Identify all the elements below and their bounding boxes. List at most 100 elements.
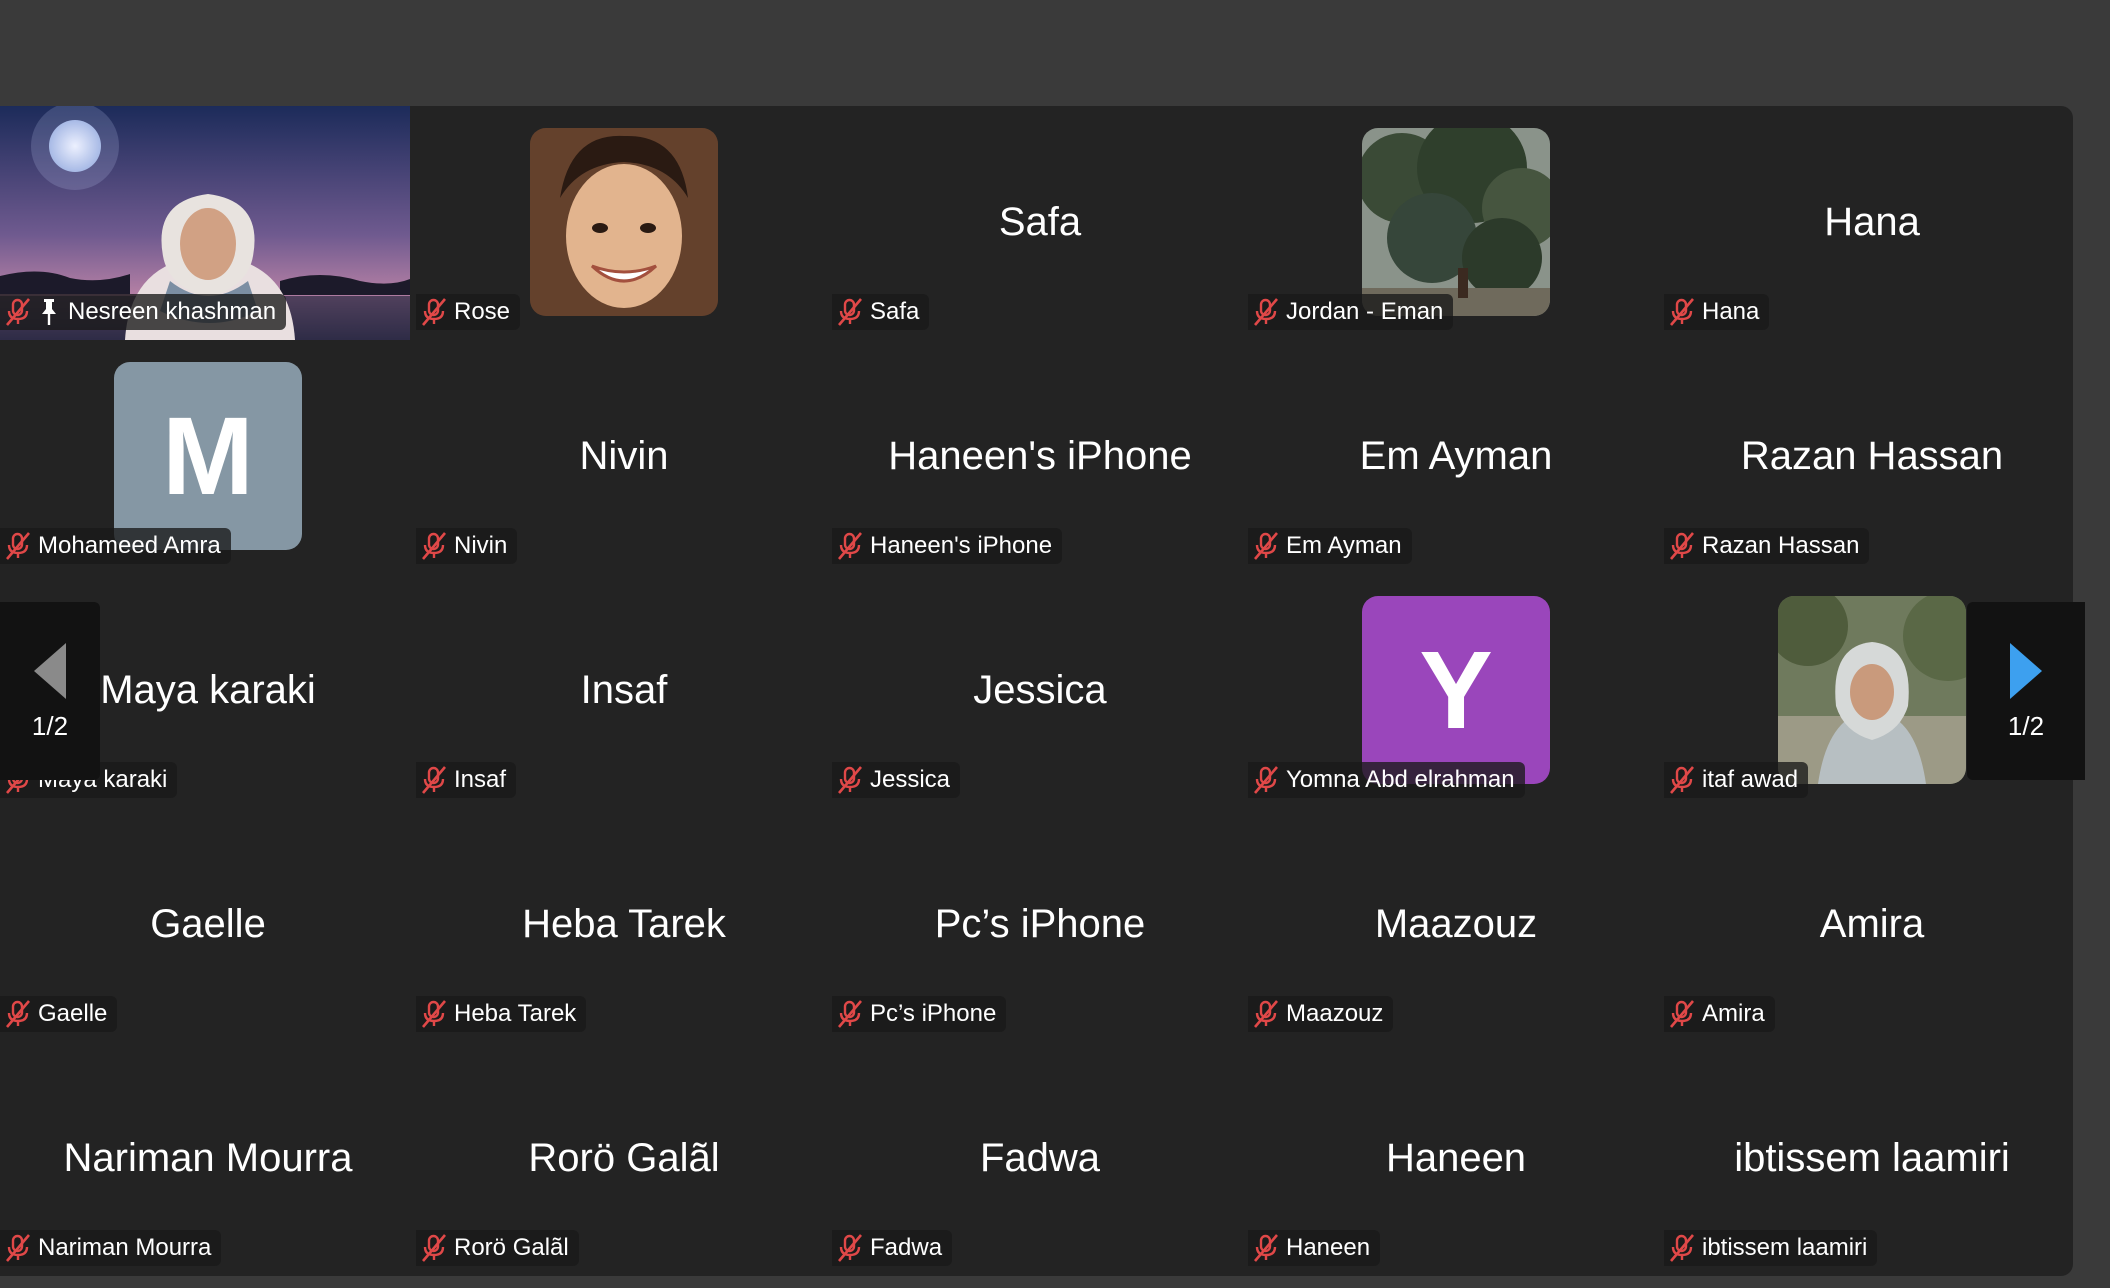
letter-avatar: M [114,362,302,550]
participant-name: Haneen's iPhone [870,532,1053,559]
participant-tile[interactable]: Em Ayman Em Ayman [1248,340,1664,574]
participant-name: Maazouz [1286,1000,1384,1027]
participant-tile[interactable]: Nariman Mourra Nariman Mourra [0,1042,416,1276]
participant-tile[interactable]: Nesreen khashman [0,106,416,340]
profile-photo [530,128,718,316]
display-name: Haneen's iPhone [888,434,1192,478]
display-name: Rorö Galãl [528,1136,720,1180]
participant-name: Haneen [1286,1234,1371,1261]
participant-tile[interactable]: Amira Amira [1664,808,2073,1042]
participant-tile[interactable]: Heba Tarek Heba Tarek [416,808,832,1042]
mic-muted-icon [1254,532,1278,560]
mic-muted-icon [1670,532,1694,560]
name-label: Nariman Mourra [0,1230,222,1266]
participant-tile[interactable]: Maazouz Maazouz [1248,808,1664,1042]
display-name: Amira [1819,902,1925,946]
name-label: Hana [1664,294,1770,330]
participant-tile[interactable]: Rorö Galãl Rorö Galãl [416,1042,832,1276]
participant-name: Hana [1702,298,1760,325]
mic-muted-icon [6,1000,30,1028]
mic-muted-icon [422,298,446,326]
participant-tile[interactable]: Y Yomna Abd elrahman [1248,574,1664,808]
mic-muted-icon [422,1000,446,1028]
participant-tile[interactable]: Nivin Nivin [416,340,832,574]
mic-muted-icon [1254,1234,1278,1262]
chevron-right-icon [2010,642,2042,699]
name-label: Pc’s iPhone [832,996,1007,1032]
name-label: Rorö Galãl [416,1230,579,1266]
mic-muted-icon [1254,298,1278,326]
name-label: Rose [416,294,521,330]
name-label: Razan Hassan [1664,528,1870,564]
profile-photo [1778,596,1966,784]
display-name: Fadwa [979,1136,1101,1180]
mic-muted-icon [838,1000,862,1028]
participant-tile[interactable]: Haneen's iPhone Haneen's iPhone [832,340,1248,574]
display-name: Heba Tarek [522,902,726,946]
mic-muted-icon [1670,1000,1694,1028]
display-name: Insaf [580,668,668,712]
participant-tile[interactable]: Pc’s iPhone Pc’s iPhone [832,808,1248,1042]
name-label: Em Ayman [1248,528,1412,564]
participant-tile[interactable]: Fadwa Fadwa [832,1042,1248,1276]
participant-name: Fadwa [870,1234,943,1261]
participant-tile[interactable]: Jessica Jessica [832,574,1248,808]
mic-muted-icon [838,532,862,560]
participant-name: Nesreen khashman [68,298,277,325]
mic-muted-icon [1670,766,1694,794]
name-label: Haneen's iPhone [832,528,1063,564]
participant-name: Insaf [454,766,507,793]
participant-tile[interactable]: Jordan - Eman [1248,106,1664,340]
participant-name: Yomna Abd elrahman [1286,766,1515,793]
name-label: Jordan - Eman [1248,294,1454,330]
participant-tile[interactable]: Haneen Haneen [1248,1042,1664,1276]
participant-tile[interactable]: M Mohameed Amra [0,340,416,574]
participant-tile[interactable]: Razan Hassan Razan Hassan [1664,340,2073,574]
display-name: Nariman Mourra [63,1136,353,1180]
participant-name: Jordan - Eman [1286,298,1444,325]
participant-name: Em Ayman [1286,532,1402,559]
participant-tile[interactable]: ibtissem laamiri ibtissem laamiri [1664,1042,2073,1276]
display-name: Haneen [1385,1136,1527,1180]
participant-tile[interactable]: Safa Safa [832,106,1248,340]
display-name: Hana [1824,200,1920,244]
participant-name: Nariman Mourra [38,1234,212,1261]
participant-tile[interactable]: Hana Hana [1664,106,2073,340]
next-page-indicator: 1/2 [2007,710,2045,741]
display-name: Nivin [579,434,669,478]
participant-name: Gaelle [38,1000,108,1027]
mic-muted-icon [6,298,30,326]
mic-muted-icon [1254,1000,1278,1028]
mic-muted-icon [422,1234,446,1262]
participant-name: ibtissem laamiri [1702,1234,1868,1261]
profile-photo [1362,128,1550,316]
participant-gallery: Nesreen khashman Rose Safa Safa Jordan - Ema… [0,106,2073,1276]
name-label: ibtissem laamiri [1664,1230,1878,1266]
display-name: Gaelle [150,902,266,946]
prev-page-indicator: 1/2 [31,710,69,741]
participant-tile[interactable]: Insaf Insaf [416,574,832,808]
mic-muted-icon [838,1234,862,1262]
participant-name: Rose [454,298,511,325]
participant-tile[interactable]: Gaelle Gaelle [0,808,416,1042]
mic-muted-icon [1670,298,1694,326]
name-label: Mohameed Amra [0,528,231,564]
name-label: Haneen [1248,1230,1381,1266]
display-name: Safa [998,200,1082,244]
name-label: Amira [1664,996,1775,1032]
display-name: Pc’s iPhone [934,902,1146,946]
mic-muted-icon [422,532,446,560]
prev-page-button[interactable]: 1/2 [0,602,100,780]
name-label: Heba Tarek [416,996,587,1032]
participant-name: Nivin [454,532,508,559]
display-name: ibtissem laamiri [1734,1136,2010,1180]
next-page-button[interactable]: 1/2 [1967,602,2085,780]
name-label: Fadwa [832,1230,953,1266]
participant-name: Pc’s iPhone [870,1000,997,1027]
participant-name: Amira [1702,1000,1765,1027]
participant-tile[interactable]: Rose [416,106,832,340]
mic-muted-icon [838,766,862,794]
mic-muted-icon [6,532,30,560]
name-label: Safa [832,294,930,330]
participant-name: Razan Hassan [1702,532,1860,559]
